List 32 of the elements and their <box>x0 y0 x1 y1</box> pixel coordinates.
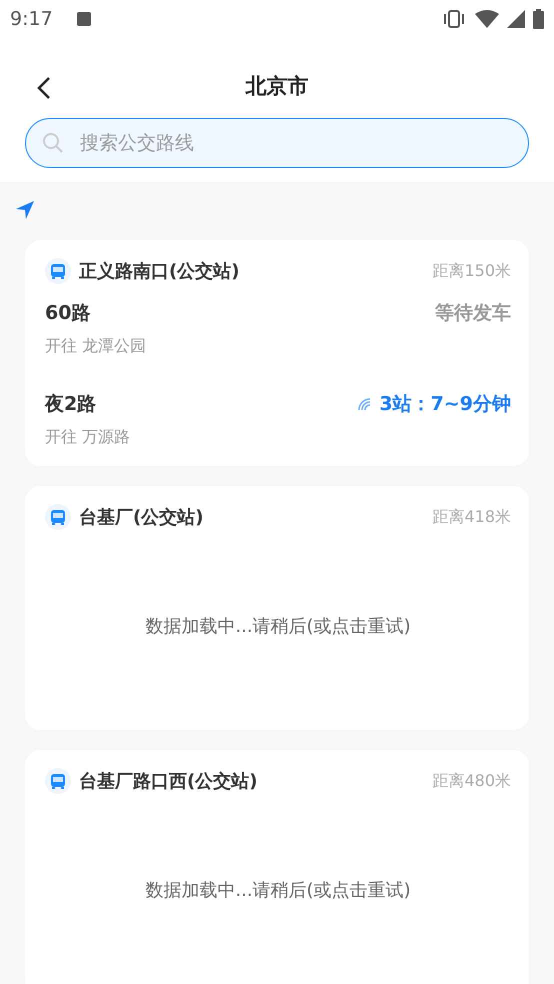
bus-icon <box>45 504 71 530</box>
station-card[interactable]: 台基厂(公交站) 距离418米 数据加载中...请稍后(或点击重试) <box>25 486 529 730</box>
bus-icon <box>45 768 71 794</box>
vibrate-icon <box>441 10 467 28</box>
realtime-signal-icon <box>357 397 372 411</box>
arrival-status: 3站：7~9分钟 <box>379 392 511 417</box>
battery-icon <box>533 9 544 29</box>
wifi-icon <box>475 10 499 28</box>
loading-message[interactable]: 数据加载中...请稍后(或点击重试) <box>145 614 411 638</box>
status-time: 9:17 <box>10 8 53 30</box>
search-field[interactable]: 搜索公交路线 <box>78 131 512 155</box>
page-title: 北京市 <box>246 73 308 100</box>
station-name: 正义路南口(公交站) <box>79 260 240 283</box>
route-direction: 开往 龙潭公园 <box>45 336 148 357</box>
station-card[interactable]: 正义路南口(公交站) 距离150米 60路 等待发车 开往 龙潭公园 夜2路 3站：7~9分钟 开往 万源路 <box>25 240 529 466</box>
signal-icon <box>507 10 525 28</box>
search-bar[interactable]: 搜索公交路线 <box>25 118 529 168</box>
station-name: 台基厂(公交站) <box>79 506 204 529</box>
route-direction: 开往 万源路 <box>45 427 132 448</box>
route-name: 夜2路 <box>45 392 96 417</box>
route-name: 60路 <box>45 301 90 326</box>
station-card[interactable]: 台基厂路口西(公交站) 距离480米 数据加载中...请稍后(或点击重试) <box>25 750 529 984</box>
station-distance: 距离418米 <box>432 506 511 528</box>
station-name: 台基厂路口西(公交站) <box>79 770 258 793</box>
station-distance: 距离150米 <box>432 260 511 282</box>
back-icon[interactable] <box>36 76 52 100</box>
arrival-status: 等待发车 <box>435 301 511 326</box>
loading-message[interactable]: 数据加载中...请稍后(或点击重试) <box>145 878 411 902</box>
bus-icon <box>45 258 71 284</box>
search-icon <box>42 132 64 154</box>
location-arrow-icon[interactable] <box>15 200 35 220</box>
station-distance: 距离480米 <box>432 770 511 792</box>
